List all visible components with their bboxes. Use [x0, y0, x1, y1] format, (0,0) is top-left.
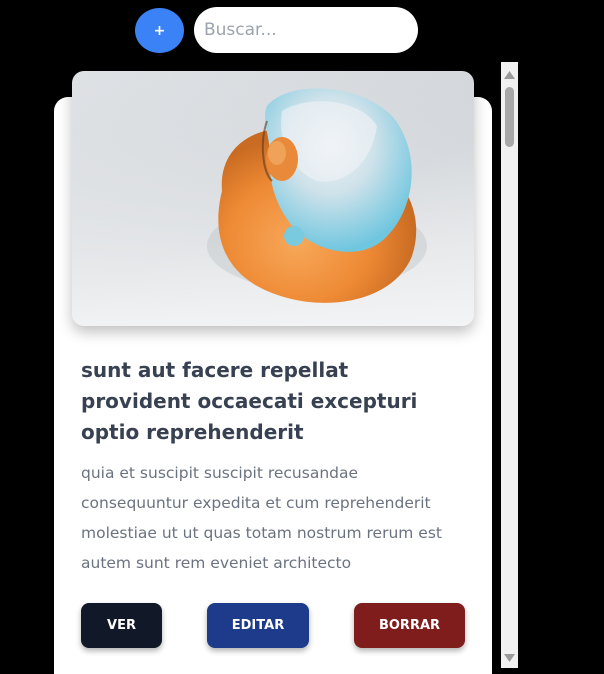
scroll-up-icon[interactable] [501, 66, 518, 83]
search-input[interactable] [194, 7, 418, 53]
toolbar: + [0, 0, 604, 60]
scroll-down-icon[interactable] [501, 649, 518, 666]
vertical-scrollbar[interactable] [501, 62, 518, 668]
scroll-thumb[interactable] [505, 87, 514, 147]
edit-button[interactable]: EDITAR [207, 603, 309, 648]
add-button[interactable]: + [135, 8, 184, 53]
card-title: sunt aut facere repellat provident occae… [81, 358, 418, 444]
card-image [72, 71, 474, 326]
card-description: quia et suscipit suscipit recusandae con… [81, 464, 442, 572]
view-button[interactable]: VER [81, 603, 162, 648]
delete-button[interactable]: BORRAR [354, 603, 465, 648]
